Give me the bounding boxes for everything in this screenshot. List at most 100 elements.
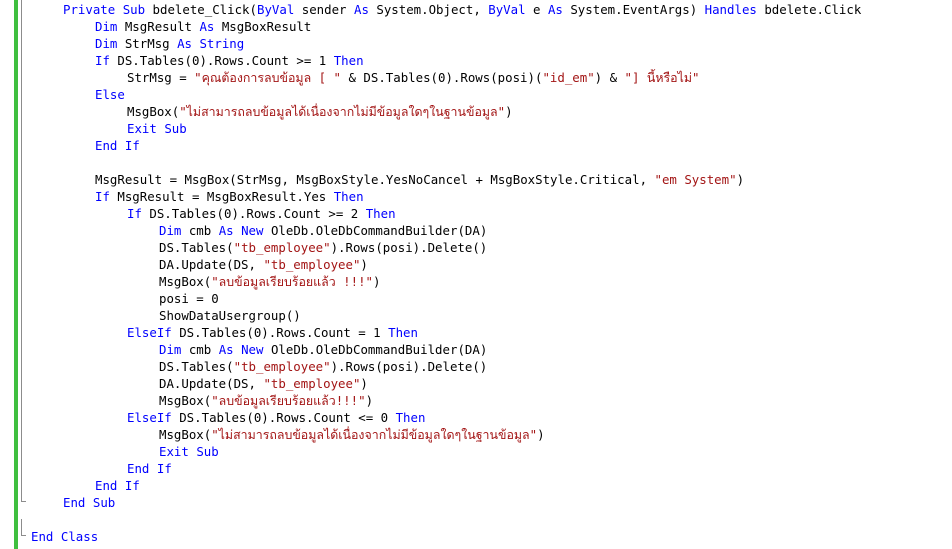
keyword-token: Dim: [159, 223, 182, 238]
keyword-token: As: [177, 36, 192, 51]
keyword-token: If: [95, 53, 110, 68]
string-token: "ลบข้อมูลเรียบร้อยแล้ว !!!": [211, 274, 374, 289]
code-token: cmb: [181, 223, 219, 238]
code-line[interactable]: StrMsg = "คุณต้องการลบข้อมูล [ " & DS.Ta…: [127, 69, 699, 86]
code-line[interactable]: MsgBox("ลบข้อมูลเรียบร้อยแล้ว!!!"): [159, 392, 373, 409]
keyword-token: Class: [60, 529, 99, 544]
outline-guide-class: [21, 519, 22, 536]
keyword-token: As: [218, 342, 234, 357]
code-token: ShowDataUsergroup(): [159, 308, 301, 323]
code-token: StrMsg =: [127, 70, 195, 85]
keyword-token: As: [547, 2, 563, 17]
keyword-token: Then: [333, 189, 364, 204]
keyword-token: Dim: [159, 342, 182, 357]
code-token: MsgBox(: [159, 393, 212, 408]
keyword-token: Dim: [95, 36, 118, 51]
keyword-token: Then: [333, 53, 364, 68]
code-token: MsgBoxResult: [214, 19, 312, 34]
code-line[interactable]: Dim cmb As New OleDb.OleDbCommandBuilder…: [159, 341, 487, 358]
code-line[interactable]: DS.Tables("tb_employee").Rows(posi).Dele…: [159, 239, 487, 256]
code-token: & DS.Tables(0).Rows(posi)(: [341, 70, 543, 85]
code-token: ): [365, 393, 374, 408]
code-line[interactable]: Dim MsgResult As MsgBoxResult: [95, 18, 311, 35]
code-token: DS.Tables(: [159, 240, 234, 255]
code-token: bdelete_Click(: [145, 2, 257, 17]
code-line[interactable]: DA.Update(DS, "tb_employee"): [159, 256, 368, 273]
code-line[interactable]: DS.Tables("tb_employee").Rows(posi).Dele…: [159, 358, 487, 375]
string-token: "tb_employee": [233, 240, 331, 255]
keyword-token: If: [124, 478, 140, 493]
code-line[interactable]: Dim cmb As New OleDb.OleDbCommandBuilder…: [159, 222, 487, 239]
code-line[interactable]: Private Sub bdelete_Click(ByVal sender A…: [63, 1, 861, 18]
code-line[interactable]: ElseIf DS.Tables(0).Rows.Count <= 0 Then: [127, 409, 425, 426]
keyword-token: If: [127, 206, 142, 221]
keyword-token: Private: [63, 2, 116, 17]
code-line[interactable]: ElseIf DS.Tables(0).Rows.Count = 1 Then: [127, 324, 418, 341]
code-token: cmb: [181, 342, 219, 357]
code-line[interactable]: posi = 0: [159, 290, 219, 307]
code-token: DA.Update(DS,: [159, 257, 264, 272]
code-line[interactable]: MsgResult = MsgBox(StrMsg, MsgBoxStyle.Y…: [95, 171, 744, 188]
code-line[interactable]: If DS.Tables(0).Rows.Count >= 2 Then: [127, 205, 396, 222]
keyword-token: Exit: [127, 121, 157, 136]
keyword-token: Sub: [122, 2, 146, 17]
code-line[interactable]: End If: [95, 137, 140, 154]
string-token: "tb_employee": [263, 257, 361, 272]
keyword-token: End: [95, 138, 118, 153]
string-token: "] นี้หรือไม่": [624, 70, 700, 85]
keyword-token: ElseIf: [127, 410, 172, 425]
code-line[interactable]: Exit Sub: [127, 120, 187, 137]
code-line[interactable]: End If: [95, 477, 140, 494]
code-token: ): [360, 376, 368, 391]
string-token: "ลบข้อมูลเรียบร้อยแล้ว!!!": [211, 393, 366, 408]
code-line[interactable]: Exit Sub: [159, 443, 219, 460]
keyword-token: Sub: [196, 444, 219, 459]
keyword-token: ByVal: [256, 2, 295, 17]
string-token: "tb_employee": [263, 376, 361, 391]
code-line[interactable]: ShowDataUsergroup(): [159, 307, 301, 324]
code-line[interactable]: End Sub: [63, 494, 115, 511]
code-editor[interactable]: Private Sub bdelete_Click(ByVal sender A…: [0, 0, 952, 549]
code-token: ): [736, 172, 745, 187]
string-token: "em System": [654, 172, 737, 187]
code-line[interactable]: MsgBox("ไม่สามารถลบข้อมูลได้เนื่องจากไม่…: [159, 426, 545, 443]
code-line[interactable]: DA.Update(DS, "tb_employee"): [159, 375, 368, 392]
code-token: e: [525, 2, 548, 17]
code-token: OleDb.OleDbCommandBuilder(DA): [263, 223, 488, 238]
code-line[interactable]: If DS.Tables(0).Rows.Count >= 1 Then: [95, 52, 364, 69]
outline-guide: [21, 0, 22, 502]
code-line[interactable]: MsgBox("ไม่สามารถลบข้อมูลได้เนื่องจากไม่…: [127, 103, 513, 120]
string-token: "tb_employee": [233, 359, 331, 374]
keyword-token: If: [95, 189, 110, 204]
keyword-token: ElseIf: [127, 325, 172, 340]
string-token: "คุณต้องการลบข้อมูล [ ": [194, 70, 342, 85]
code-line[interactable]: End Class: [31, 528, 98, 545]
code-token: posi = 0: [159, 291, 219, 306]
keyword-token: New: [241, 342, 264, 357]
keyword-token: As: [199, 19, 215, 34]
code-token: DS.Tables(0).Rows.Count <= 0: [171, 410, 396, 425]
code-line[interactable]: Else: [95, 86, 125, 103]
keyword-token: New: [241, 223, 264, 238]
code-token: ): [360, 257, 368, 272]
code-token: StrMsg: [117, 36, 178, 51]
code-token: ) &: [594, 70, 625, 85]
code-token: System.Object,: [368, 2, 489, 17]
code-line[interactable]: Dim StrMsg As String: [95, 35, 244, 52]
code-line[interactable]: MsgBox("ลบข้อมูลเรียบร้อยแล้ว !!!"): [159, 273, 381, 290]
code-token: sender: [294, 2, 354, 17]
keyword-token: As: [353, 2, 369, 17]
outline-guide-end-sub: [21, 501, 26, 502]
string-token: "ไม่สามารถลบข้อมูลได้เนื่องจากไม่มีข้อมู…: [211, 427, 538, 442]
changed-lines-indicator: [14, 0, 18, 549]
code-token: MsgResult = MsgBoxResult.Yes: [109, 189, 334, 204]
code-line[interactable]: End If: [127, 460, 172, 477]
keyword-token: End: [127, 461, 150, 476]
code-line[interactable]: If MsgResult = MsgBoxResult.Yes Then: [95, 188, 364, 205]
code-token: DS.Tables(0).Rows.Count = 1: [171, 325, 389, 340]
